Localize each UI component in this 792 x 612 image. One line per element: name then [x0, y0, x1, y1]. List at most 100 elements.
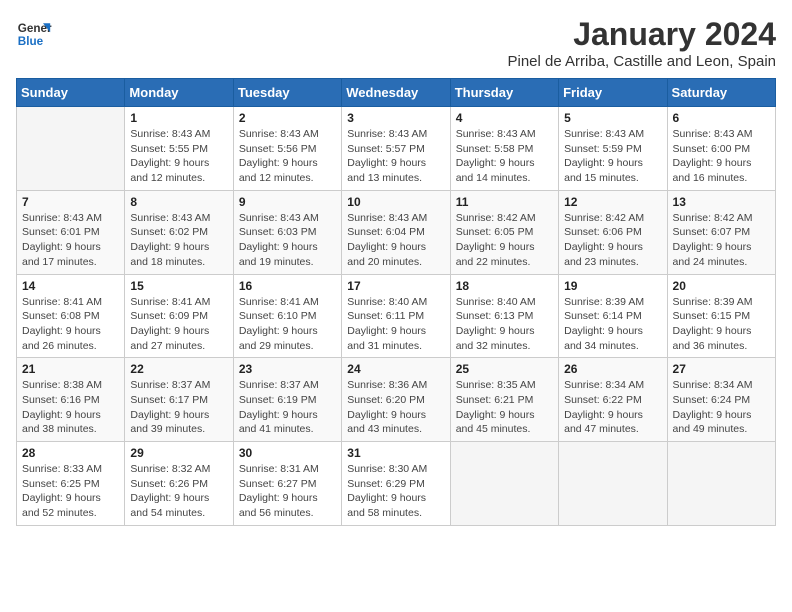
day-header-wednesday: Wednesday [342, 79, 450, 107]
day-detail: Sunrise: 8:42 AMSunset: 6:06 PMDaylight:… [564, 211, 661, 270]
day-detail: Sunrise: 8:34 AMSunset: 6:24 PMDaylight:… [673, 378, 770, 437]
day-detail: Sunrise: 8:43 AMSunset: 6:00 PMDaylight:… [673, 127, 770, 186]
day-number: 27 [673, 362, 770, 376]
page-header: General Blue January 2024 Pinel de Arrib… [16, 16, 776, 70]
calendar-cell: 23 Sunrise: 8:37 AMSunset: 6:19 PMDayligh… [233, 358, 341, 442]
calendar-cell: 5Sunrise: 8:43 AMSunset: 5:59 PMDaylight… [559, 107, 667, 191]
day-detail: Sunrise: 8:43 AMSunset: 6:03 PMDaylight:… [239, 211, 336, 270]
day-detail: Sunrise: 8:43 AMSunset: 6:01 PMDaylight:… [22, 211, 119, 270]
day-detail: Sunrise: 8:39 AMSunset: 6:15 PMDaylight:… [673, 295, 770, 354]
calendar-cell: 20 Sunrise: 8:39 AMSunset: 6:15 PMDayligh… [667, 274, 775, 358]
calendar-cell: 11 Sunrise: 8:42 AMSunset: 6:05 PMDayligh… [450, 190, 558, 274]
calendar-week-4: 21 Sunrise: 8:38 AMSunset: 6:16 PMDayligh… [17, 358, 776, 442]
calendar-cell [559, 442, 667, 526]
calendar-cell: 30 Sunrise: 8:31 AMSunset: 6:27 PMDayligh… [233, 442, 341, 526]
calendar-cell: 29 Sunrise: 8:32 AMSunset: 6:26 PMDayligh… [125, 442, 233, 526]
calendar-cell: 10 Sunrise: 8:43 AMSunset: 6:04 PMDayligh… [342, 190, 450, 274]
day-detail: Sunrise: 8:30 AMSunset: 6:29 PMDaylight:… [347, 462, 444, 521]
day-detail: Sunrise: 8:37 AMSunset: 6:19 PMDaylight:… [239, 378, 336, 437]
logo: General Blue [16, 16, 52, 52]
day-number: 18 [456, 279, 553, 293]
calendar-cell [17, 107, 125, 191]
day-detail: Sunrise: 8:43 AMSunset: 5:56 PMDaylight:… [239, 127, 336, 186]
calendar-cell: 19 Sunrise: 8:39 AMSunset: 6:14 PMDayligh… [559, 274, 667, 358]
day-number: 19 [564, 279, 661, 293]
day-detail: Sunrise: 8:37 AMSunset: 6:17 PMDaylight:… [130, 378, 227, 437]
title-block: January 2024 Pinel de Arriba, Castille a… [507, 16, 776, 70]
svg-text:Blue: Blue [18, 35, 44, 48]
calendar-cell: 21 Sunrise: 8:38 AMSunset: 6:16 PMDayligh… [17, 358, 125, 442]
day-number: 22 [130, 362, 227, 376]
calendar-cell: 22 Sunrise: 8:37 AMSunset: 6:17 PMDayligh… [125, 358, 233, 442]
calendar-cell: 3 Sunrise: 8:43 AMSunset: 5:57 PMDaylight… [342, 107, 450, 191]
calendar-week-5: 28 Sunrise: 8:33 AMSunset: 6:25 PMDayligh… [17, 442, 776, 526]
day-detail: Sunrise: 8:41 AMSunset: 6:10 PMDaylight:… [239, 295, 336, 354]
day-detail: Sunrise: 8:42 AMSunset: 6:05 PMDaylight:… [456, 211, 553, 270]
calendar-cell: 16 Sunrise: 8:41 AMSunset: 6:10 PMDayligh… [233, 274, 341, 358]
calendar-cell: 12Sunrise: 8:42 AMSunset: 6:06 PMDayligh… [559, 190, 667, 274]
calendar-cell: 14Sunrise: 8:41 AMSunset: 6:08 PMDayligh… [17, 274, 125, 358]
day-detail: Sunrise: 8:38 AMSunset: 6:16 PMDaylight:… [22, 378, 119, 437]
day-detail: Sunrise: 8:43 AMSunset: 5:58 PMDaylight:… [456, 127, 553, 186]
day-number: 14 [22, 279, 119, 293]
day-detail: Sunrise: 8:40 AMSunset: 6:11 PMDaylight:… [347, 295, 444, 354]
day-number: 16 [239, 279, 336, 293]
calendar-cell: 24 Sunrise: 8:36 AMSunset: 6:20 PMDayligh… [342, 358, 450, 442]
day-number: 21 [22, 362, 119, 376]
day-detail: Sunrise: 8:43 AMSunset: 5:57 PMDaylight:… [347, 127, 444, 186]
day-number: 23 [239, 362, 336, 376]
day-detail: Sunrise: 8:41 AMSunset: 6:09 PMDaylight:… [130, 295, 227, 354]
calendar-cell: 1 Sunrise: 8:43 AMSunset: 5:55 PMDaylight… [125, 107, 233, 191]
day-header-thursday: Thursday [450, 79, 558, 107]
day-number: 8 [130, 195, 227, 209]
day-number: 26 [564, 362, 661, 376]
day-number: 20 [673, 279, 770, 293]
day-detail: Sunrise: 8:43 AMSunset: 6:04 PMDaylight:… [347, 211, 444, 270]
day-number: 10 [347, 195, 444, 209]
day-number: 4 [456, 111, 553, 125]
calendar-week-2: 7 Sunrise: 8:43 AMSunset: 6:01 PMDaylight… [17, 190, 776, 274]
day-detail: Sunrise: 8:32 AMSunset: 6:26 PMDaylight:… [130, 462, 227, 521]
day-number: 28 [22, 446, 119, 460]
day-detail: Sunrise: 8:36 AMSunset: 6:20 PMDaylight:… [347, 378, 444, 437]
calendar-week-1: 1 Sunrise: 8:43 AMSunset: 5:55 PMDaylight… [17, 107, 776, 191]
calendar-cell: 2Sunrise: 8:43 AMSunset: 5:56 PMDaylight… [233, 107, 341, 191]
calendar-cell: 15 Sunrise: 8:41 AMSunset: 6:09 PMDayligh… [125, 274, 233, 358]
calendar-cell: 8Sunrise: 8:43 AMSunset: 6:02 PMDaylight… [125, 190, 233, 274]
calendar-cell: 18Sunrise: 8:40 AMSunset: 6:13 PMDayligh… [450, 274, 558, 358]
day-detail: Sunrise: 8:35 AMSunset: 6:21 PMDaylight:… [456, 378, 553, 437]
day-detail: Sunrise: 8:39 AMSunset: 6:14 PMDaylight:… [564, 295, 661, 354]
calendar-cell: 26Sunrise: 8:34 AMSunset: 6:22 PMDayligh… [559, 358, 667, 442]
calendar-cell: 6Sunrise: 8:43 AMSunset: 6:00 PMDaylight… [667, 107, 775, 191]
day-header-tuesday: Tuesday [233, 79, 341, 107]
calendar-cell: 31 Sunrise: 8:30 AMSunset: 6:29 PMDayligh… [342, 442, 450, 526]
calendar-cell: 27 Sunrise: 8:34 AMSunset: 6:24 PMDayligh… [667, 358, 775, 442]
calendar-cell [450, 442, 558, 526]
calendar-cell [667, 442, 775, 526]
day-header-monday: Monday [125, 79, 233, 107]
day-detail: Sunrise: 8:33 AMSunset: 6:25 PMDaylight:… [22, 462, 119, 521]
day-number: 3 [347, 111, 444, 125]
day-header-sunday: Sunday [17, 79, 125, 107]
day-detail: Sunrise: 8:42 AMSunset: 6:07 PMDaylight:… [673, 211, 770, 270]
calendar-cell: 25 Sunrise: 8:35 AMSunset: 6:21 PMDayligh… [450, 358, 558, 442]
day-number: 7 [22, 195, 119, 209]
calendar-cell: 17Sunrise: 8:40 AMSunset: 6:11 PMDayligh… [342, 274, 450, 358]
day-number: 5 [564, 111, 661, 125]
day-detail: Sunrise: 8:43 AMSunset: 5:55 PMDaylight:… [130, 127, 227, 186]
day-number: 11 [456, 195, 553, 209]
day-number: 24 [347, 362, 444, 376]
day-header-friday: Friday [559, 79, 667, 107]
day-number: 29 [130, 446, 227, 460]
day-number: 25 [456, 362, 553, 376]
day-number: 15 [130, 279, 227, 293]
calendar-subtitle: Pinel de Arriba, Castille and Leon, Spai… [507, 53, 776, 70]
calendar-cell: 4 Sunrise: 8:43 AMSunset: 5:58 PMDaylight… [450, 107, 558, 191]
day-number: 13 [673, 195, 770, 209]
calendar-cell: 9Sunrise: 8:43 AMSunset: 6:03 PMDaylight… [233, 190, 341, 274]
day-number: 30 [239, 446, 336, 460]
day-number: 31 [347, 446, 444, 460]
calendar-title: January 2024 [507, 16, 776, 53]
day-number: 1 [130, 111, 227, 125]
day-detail: Sunrise: 8:31 AMSunset: 6:27 PMDaylight:… [239, 462, 336, 521]
